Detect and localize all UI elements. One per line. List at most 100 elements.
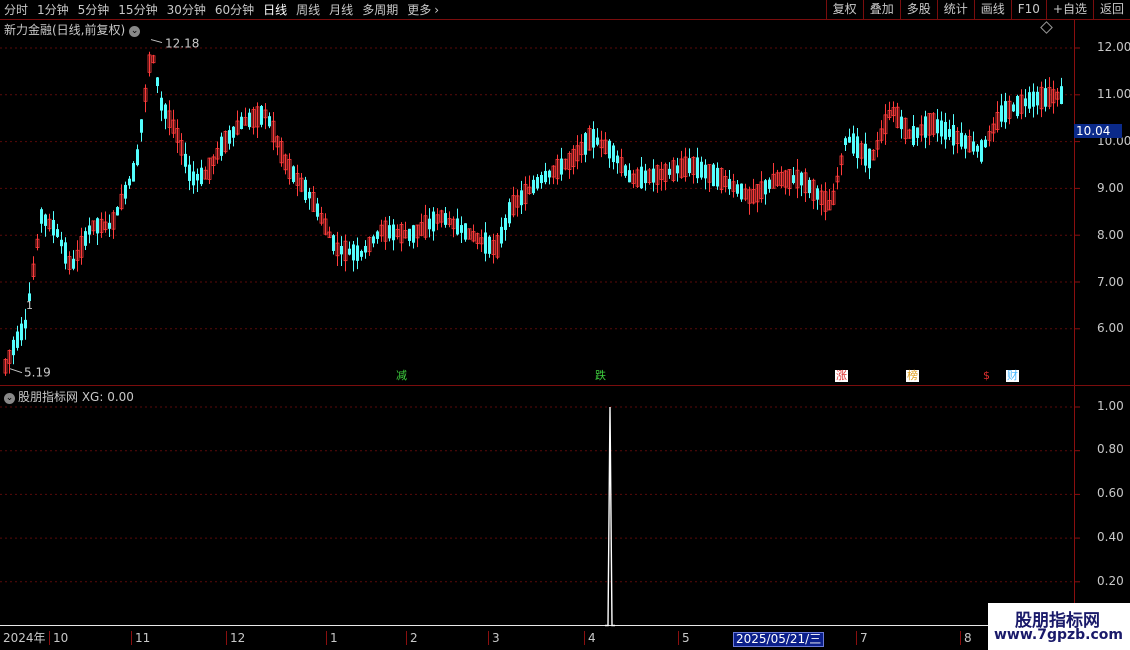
candle-body	[856, 136, 859, 159]
candle-body	[20, 323, 23, 341]
candle-body	[700, 161, 703, 178]
candle-body	[240, 116, 243, 130]
high-pointer-line	[150, 39, 163, 44]
panel-divider[interactable]	[0, 385, 1130, 386]
event-label: $	[983, 369, 990, 382]
chevron-down-icon[interactable]: ⌄	[4, 393, 15, 404]
low-label: 5.19	[24, 366, 51, 380]
indicator-y-axis-line	[1074, 386, 1075, 631]
candle-body	[972, 141, 975, 152]
date-tick	[406, 631, 407, 645]
candle-body	[944, 121, 947, 140]
candle-body	[248, 112, 251, 128]
candle-body	[488, 236, 491, 254]
candle-body	[924, 116, 927, 138]
date-tick	[584, 631, 585, 645]
candle-body	[388, 225, 391, 239]
candle-body	[200, 167, 203, 185]
candle-body	[676, 165, 679, 174]
candle-body	[916, 127, 919, 138]
event-marker-rise[interactable]: 涨	[835, 370, 848, 382]
candle-body	[156, 77, 159, 87]
candle-body	[728, 178, 731, 190]
indicator-title[interactable]: ⌄ 股朋指标网 XG: 0.00	[4, 388, 134, 405]
candle-body	[124, 184, 127, 199]
candle-body	[712, 164, 715, 187]
y-tick: 9.00	[1097, 181, 1124, 195]
candle-body	[40, 209, 43, 224]
candle-body	[64, 242, 67, 264]
candle-body	[456, 218, 459, 235]
y-tick: 0.40	[1097, 530, 1124, 544]
candle-body	[704, 164, 707, 179]
candle-body	[372, 236, 375, 244]
candle-body	[508, 202, 511, 224]
candle-body	[852, 133, 855, 154]
candle-body	[848, 136, 851, 143]
date-tick	[49, 631, 50, 645]
candle-body	[608, 140, 611, 159]
candle-body	[1024, 98, 1027, 107]
candle-body	[560, 158, 563, 175]
candle-body	[408, 228, 411, 241]
date-label: 8	[964, 631, 972, 645]
candle-body	[484, 232, 487, 254]
candle-body	[816, 188, 819, 200]
candle-body	[808, 179, 811, 194]
candle-body	[316, 203, 319, 217]
candle-body	[844, 138, 847, 145]
candle-body	[948, 129, 951, 137]
candle-body	[912, 125, 915, 146]
event-marker-reduce[interactable]: 减	[395, 370, 408, 382]
event-marker-dividend[interactable]: $	[982, 370, 991, 382]
candle-body	[412, 225, 415, 243]
date-label: 7	[860, 631, 868, 645]
candle-body	[984, 139, 987, 148]
y-tick: 0.20	[1097, 574, 1124, 588]
candle-body	[164, 104, 167, 119]
y-tick: 7.00	[1097, 275, 1124, 289]
event-marker-fall[interactable]: 跌	[594, 370, 607, 382]
candle-body	[668, 168, 671, 175]
candle-body	[1060, 86, 1063, 104]
candle-body	[184, 153, 187, 167]
candle-body	[128, 178, 131, 186]
candle-body	[308, 191, 311, 199]
event-marker-finance[interactable]: 财	[1006, 370, 1019, 382]
main-chart-title[interactable]: 新力金融(日线,前复权) ⌄	[4, 21, 141, 38]
date-label: 10	[53, 631, 69, 645]
candle-body	[348, 248, 351, 255]
candle-body	[640, 166, 643, 189]
event-marker-list[interactable]: 榜	[906, 370, 919, 382]
candle-body	[1036, 91, 1039, 106]
kline-chart-canvas[interactable]: 12.18 5.19 1	[0, 0, 1130, 650]
xg-signal-spike	[605, 406, 615, 627]
candle-body	[340, 245, 343, 255]
candle-body	[192, 171, 195, 186]
watermark-url: www.7gpzb.com	[994, 627, 1124, 643]
candle-body	[964, 135, 967, 149]
candle-body	[736, 184, 739, 194]
candle-body	[96, 218, 99, 234]
chevron-down-icon[interactable]: ⌄	[129, 26, 141, 37]
candle-body	[624, 165, 627, 176]
candle-body	[428, 218, 431, 230]
stock-title: 新力金融(日线,前复权)	[4, 23, 126, 37]
event-label: 榜	[907, 369, 918, 382]
candle-body	[84, 231, 87, 246]
candle-body	[108, 222, 111, 229]
candle-body	[228, 130, 231, 144]
candle-body	[792, 175, 795, 183]
candle-body	[976, 145, 979, 152]
candle-body	[1016, 96, 1019, 117]
candle-body	[260, 106, 263, 125]
date-label: 2	[410, 631, 418, 645]
date-tick	[488, 631, 489, 645]
candle-body	[504, 217, 507, 230]
date-label: 3	[492, 631, 500, 645]
candle-body	[16, 331, 19, 348]
candle-body	[444, 213, 447, 225]
y-tick: 11.00	[1097, 87, 1130, 101]
candle-body	[460, 225, 463, 233]
candle-body	[220, 136, 223, 156]
